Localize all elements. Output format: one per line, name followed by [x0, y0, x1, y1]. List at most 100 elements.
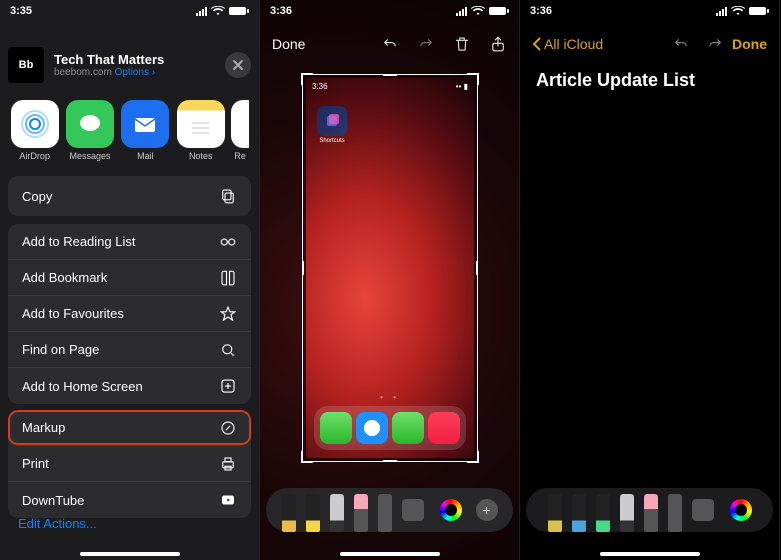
copy-icon	[219, 187, 237, 205]
action-label: Add to Home Screen	[22, 379, 143, 394]
plus-icon: +	[482, 502, 490, 518]
color-picker[interactable]	[730, 499, 752, 521]
action-label: Add to Reading List	[22, 234, 135, 249]
action-add-favourites[interactable]: Add to Favourites	[8, 296, 251, 332]
marker-tool[interactable]	[306, 494, 320, 532]
markup-tool-tray: +	[266, 488, 513, 532]
ruler-tool[interactable]	[692, 499, 714, 521]
action-label: Markup	[22, 420, 65, 435]
markup-editor-screen: 3:36 Done 3:36 •• ▮ Shortcuts • •	[260, 0, 520, 560]
mail-icon	[121, 100, 169, 148]
redo-button[interactable]	[706, 35, 724, 53]
crop-handle-right[interactable]	[476, 261, 478, 275]
crop-handle-top[interactable]	[383, 74, 397, 76]
home-indicator[interactable]	[340, 552, 440, 556]
action-add-bookmark[interactable]: Add Bookmark	[8, 260, 251, 296]
status-indicators	[456, 6, 509, 16]
safari-app-icon	[356, 412, 388, 444]
downtube-icon	[219, 491, 237, 509]
pencil-tool[interactable]	[330, 494, 344, 532]
back-label: All iCloud	[544, 36, 603, 52]
redo-button[interactable]	[417, 35, 435, 53]
action-print[interactable]: Print	[8, 446, 251, 482]
inner-time: 3:36	[312, 82, 328, 91]
pen-tool[interactable]	[548, 494, 562, 532]
page-dots: • •	[306, 393, 474, 402]
close-button[interactable]	[225, 52, 251, 78]
markup-toolbar: Done	[260, 28, 519, 60]
status-bar: 3:35	[0, 0, 259, 22]
undo-button[interactable]	[381, 35, 399, 53]
eraser-tool[interactable]	[354, 494, 368, 532]
action-add-reading-list[interactable]: Add to Reading List	[8, 224, 251, 260]
copy-action[interactable]: Copy	[8, 176, 251, 216]
status-indicators	[196, 6, 249, 16]
messages-app-icon	[392, 412, 424, 444]
copy-label: Copy	[22, 189, 52, 204]
notes-nav: All iCloud Done	[520, 28, 779, 60]
done-button[interactable]: Done	[272, 36, 305, 52]
share-button[interactable]	[489, 35, 507, 53]
star-icon	[219, 305, 237, 323]
crop-handle-left[interactable]	[302, 261, 304, 275]
action-downtube[interactable]: DownTube	[8, 482, 251, 518]
screenshot-canvas[interactable]: 3:36 •• ▮ Shortcuts • •	[306, 78, 474, 458]
app-label: Messages	[65, 151, 114, 161]
markup-icon	[219, 419, 237, 437]
highlighter-tool[interactable]	[596, 494, 610, 532]
home-indicator[interactable]	[80, 552, 180, 556]
done-button[interactable]: Done	[732, 36, 767, 52]
eraser-tool[interactable]	[644, 494, 658, 532]
app-label: AirDrop	[10, 151, 59, 161]
lasso-tool[interactable]	[668, 494, 682, 532]
color-picker[interactable]	[440, 499, 462, 521]
mail-app[interactable]: Mail	[121, 100, 170, 161]
wifi-icon	[731, 6, 745, 16]
wifi-icon	[471, 6, 485, 16]
airdrop-app[interactable]: AirDrop	[10, 100, 59, 161]
share-header-text: Tech That Matters beebom.com Options ›	[54, 52, 215, 78]
messages-app[interactable]: Messages	[65, 100, 114, 161]
battery-icon	[489, 6, 509, 16]
actions-group-1: Add to Reading List Add Bookmark Add to …	[8, 224, 251, 404]
ruler-tool[interactable]	[402, 499, 424, 521]
airdrop-icon	[11, 100, 59, 148]
page-title: Tech That Matters	[54, 52, 215, 67]
action-markup[interactable]: Markup	[8, 410, 251, 446]
battery-icon	[749, 6, 769, 16]
back-button[interactable]: All iCloud	[532, 36, 603, 52]
pencil-tool[interactable]	[620, 494, 634, 532]
lasso-tool[interactable]	[378, 494, 392, 532]
site-favicon: Bb	[8, 47, 44, 83]
marker-tool[interactable]	[572, 494, 586, 532]
share-header: Bb Tech That Matters beebom.com Options …	[8, 40, 251, 90]
status-time: 3:35	[10, 5, 32, 17]
edit-actions-link[interactable]: Edit Actions...	[18, 516, 97, 531]
action-label: DownTube	[22, 493, 84, 508]
action-find-on-page[interactable]: Find on Page	[8, 332, 251, 368]
notes-app[interactable]: Notes	[176, 100, 225, 161]
action-add-home-screen[interactable]: Add to Home Screen	[8, 368, 251, 404]
actions-group-2: Markup Print DownTube	[8, 410, 251, 518]
reminders-app[interactable]: Re	[231, 100, 249, 161]
status-bar: 3:36	[260, 0, 519, 22]
crop-frame[interactable]: 3:36 •• ▮ Shortcuts • •	[302, 74, 478, 462]
pen-tool[interactable]	[282, 494, 296, 532]
cellular-icon	[456, 7, 467, 16]
undo-button[interactable]	[672, 35, 690, 53]
add-shape-button[interactable]: +	[476, 499, 498, 521]
shortcuts-label: Shortcuts	[316, 138, 348, 144]
options-link[interactable]: Options ›	[115, 67, 156, 78]
note-title[interactable]: Article Update List	[536, 70, 763, 91]
battery-icon	[229, 6, 249, 16]
status-time: 3:36	[530, 5, 552, 17]
home-indicator[interactable]	[600, 552, 700, 556]
messages-icon	[66, 100, 114, 148]
inner-status-bar: 3:36 •• ▮	[312, 82, 468, 91]
reminders-icon	[231, 100, 249, 148]
print-icon	[219, 455, 237, 473]
app-label: Re	[231, 151, 249, 161]
shortcuts-icon	[317, 106, 347, 136]
trash-button[interactable]	[453, 35, 471, 53]
crop-handle-bottom[interactable]	[383, 460, 397, 462]
